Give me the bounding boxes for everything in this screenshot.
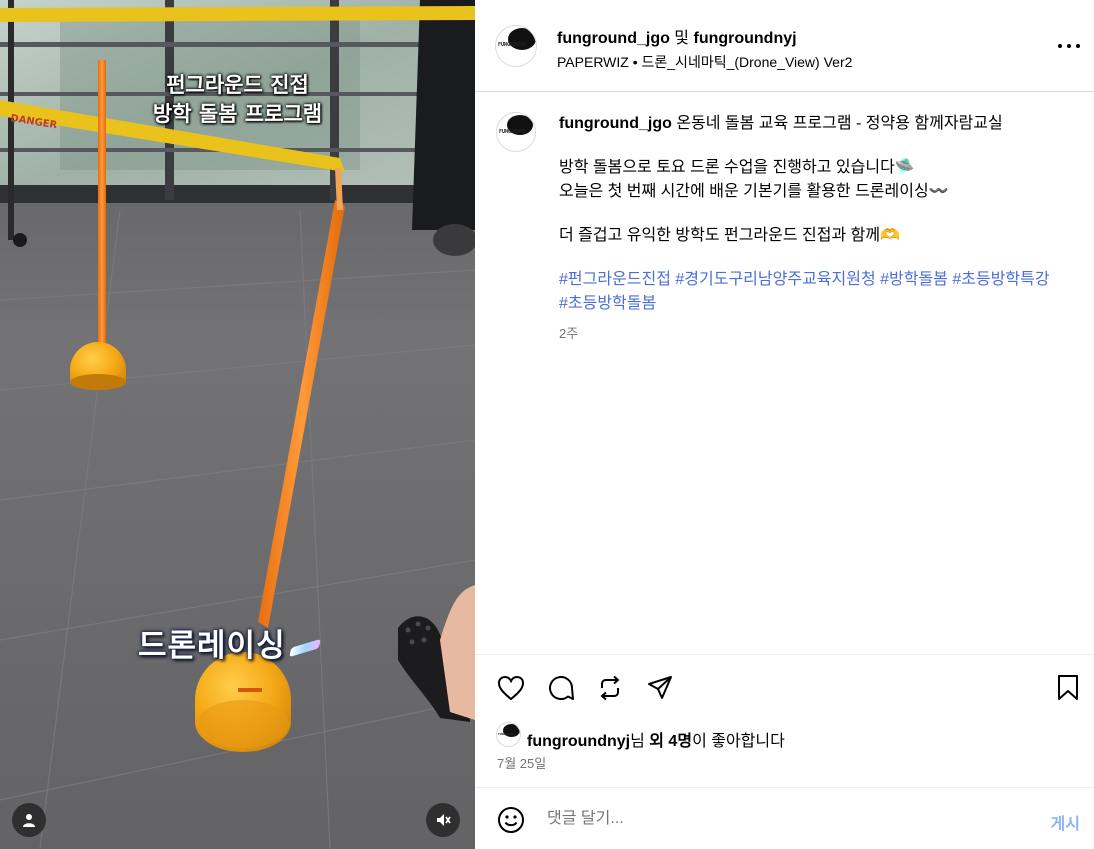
avatar-logo-text: FUNGROUND — [498, 42, 526, 48]
more-icon — [1058, 44, 1080, 48]
audio-info: PAPERWIZ • 드론_시네마틱_(Drone_View) Ver2 — [557, 52, 852, 72]
hashtag-link[interactable]: #초등방학돌봄 — [559, 295, 656, 312]
caption-line-3: 더 즐겁고 유익한 방학도 펀그라운드 진접과 함께🫶 — [559, 227, 900, 244]
comment-icon — [549, 676, 574, 700]
hashtag-link[interactable]: #경기도구리남양주교육지원청 — [675, 271, 875, 288]
audio-artist-link[interactable]: PAPERWIZ — [557, 54, 629, 70]
liker-avatar-logo-text: FUNGROUND — [498, 732, 515, 736]
overlay-title-line2: 방학 돌봄 프로그램 — [152, 102, 323, 126]
hashtag-link[interactable]: #방학돌봄 — [880, 271, 948, 288]
likes-summary: fungroundnyj님 외 4명이 좋아합니다 — [527, 727, 785, 751]
caption-avatar-logo-text: FUNGROUND — [499, 129, 527, 135]
audio-separator: • — [628, 54, 642, 70]
caption-line-1: 방학 돌봄으로 토요 드론 수업을 진행하고 있습니다🛸 — [559, 159, 915, 176]
post-date[interactable]: 7월 25일 — [497, 753, 546, 772]
repost-button[interactable] — [594, 672, 626, 704]
repost-icon — [600, 675, 620, 701]
share-button[interactable] — [644, 672, 676, 704]
author-link-2[interactable]: fungroundnyj — [693, 30, 796, 47]
post-caption: funground_jgo 온동네 돌봄 교육 프로그램 - 정약용 함께자람교… — [559, 112, 1059, 316]
smiley-icon — [498, 807, 524, 833]
overlay-race-text: 드론레이싱 — [138, 628, 286, 664]
tagged-users-button[interactable] — [12, 803, 46, 837]
caption-time-ago[interactable]: 2주 — [559, 323, 578, 342]
like-button[interactable] — [495, 672, 527, 704]
caption-line-2: 오늘은 첫 번째 시간에 배운 기본기를 활용한 드론레이싱〰️ — [559, 183, 949, 200]
send-icon — [648, 676, 672, 699]
sparkle-icon — [288, 638, 321, 657]
overlay-race-caption: 드론레이싱 — [138, 620, 321, 665]
bookmark-icon — [1058, 675, 1078, 700]
caption-headline: 온동네 돌봄 교육 프로그램 - 정약용 함께자람교실 — [676, 115, 1003, 132]
heart-icon — [497, 675, 525, 701]
liker-avatar[interactable]: FUNGROUND — [496, 722, 521, 747]
overlay-title-line1: 펀그라운드 진접 — [166, 73, 309, 97]
likes-others-link[interactable]: 외 4명 — [649, 733, 692, 750]
author-avatar[interactable]: FUNGROUND — [495, 25, 537, 67]
likes-suffix-1: 님 — [630, 733, 650, 750]
post-header: FUNGROUND funground_jgo 및 fungroundnyj P… — [475, 0, 1094, 92]
caption-avatar[interactable]: FUNGROUND — [496, 112, 536, 152]
comment-bar: 게시 — [475, 787, 1094, 849]
hashtag-link[interactable]: #초등방학특강 — [952, 271, 1049, 288]
post-actions: FUNGROUND fungroundnyj님 외 4명이 좋아합니다 7월 2… — [475, 654, 1094, 804]
hashtag-link[interactable]: #펀그라운드진접 — [559, 271, 671, 288]
save-button[interactable] — [1052, 672, 1084, 704]
more-options-button[interactable] — [1058, 33, 1084, 59]
hashtag-list: #펀그라운드진접 #경기도구리남양주교육지원청 #방학돌봄 #초등방학특강 #초… — [559, 268, 1059, 316]
author-connector: 및 — [669, 30, 694, 47]
likes-suffix-2: 이 좋아합니다 — [692, 733, 785, 750]
caption-username[interactable]: funground_jgo — [559, 115, 672, 132]
post-detail-panel: FUNGROUND funground_jgo 및 fungroundnyj P… — [475, 0, 1094, 849]
post-comment-button[interactable]: 게시 — [1051, 810, 1080, 834]
speaker-muted-icon — [437, 814, 451, 826]
audio-track-link[interactable]: 드론_시네마틱_(Drone_View) Ver2 — [642, 54, 853, 70]
mute-toggle-button[interactable] — [426, 803, 460, 837]
author-names: funground_jgo 및 fungroundnyj — [557, 24, 797, 48]
comment-button[interactable] — [545, 672, 577, 704]
emoji-button[interactable] — [495, 804, 527, 836]
post-media-video[interactable]: DANGER 펀그라운드 진접 방학 돌봄 프로그램 드론레이싱 — [0, 0, 475, 849]
person-icon — [23, 814, 35, 827]
liker-username[interactable]: fungroundnyj — [527, 733, 630, 750]
comment-input[interactable] — [547, 810, 967, 828]
author-link-1[interactable]: funground_jgo — [557, 30, 670, 47]
